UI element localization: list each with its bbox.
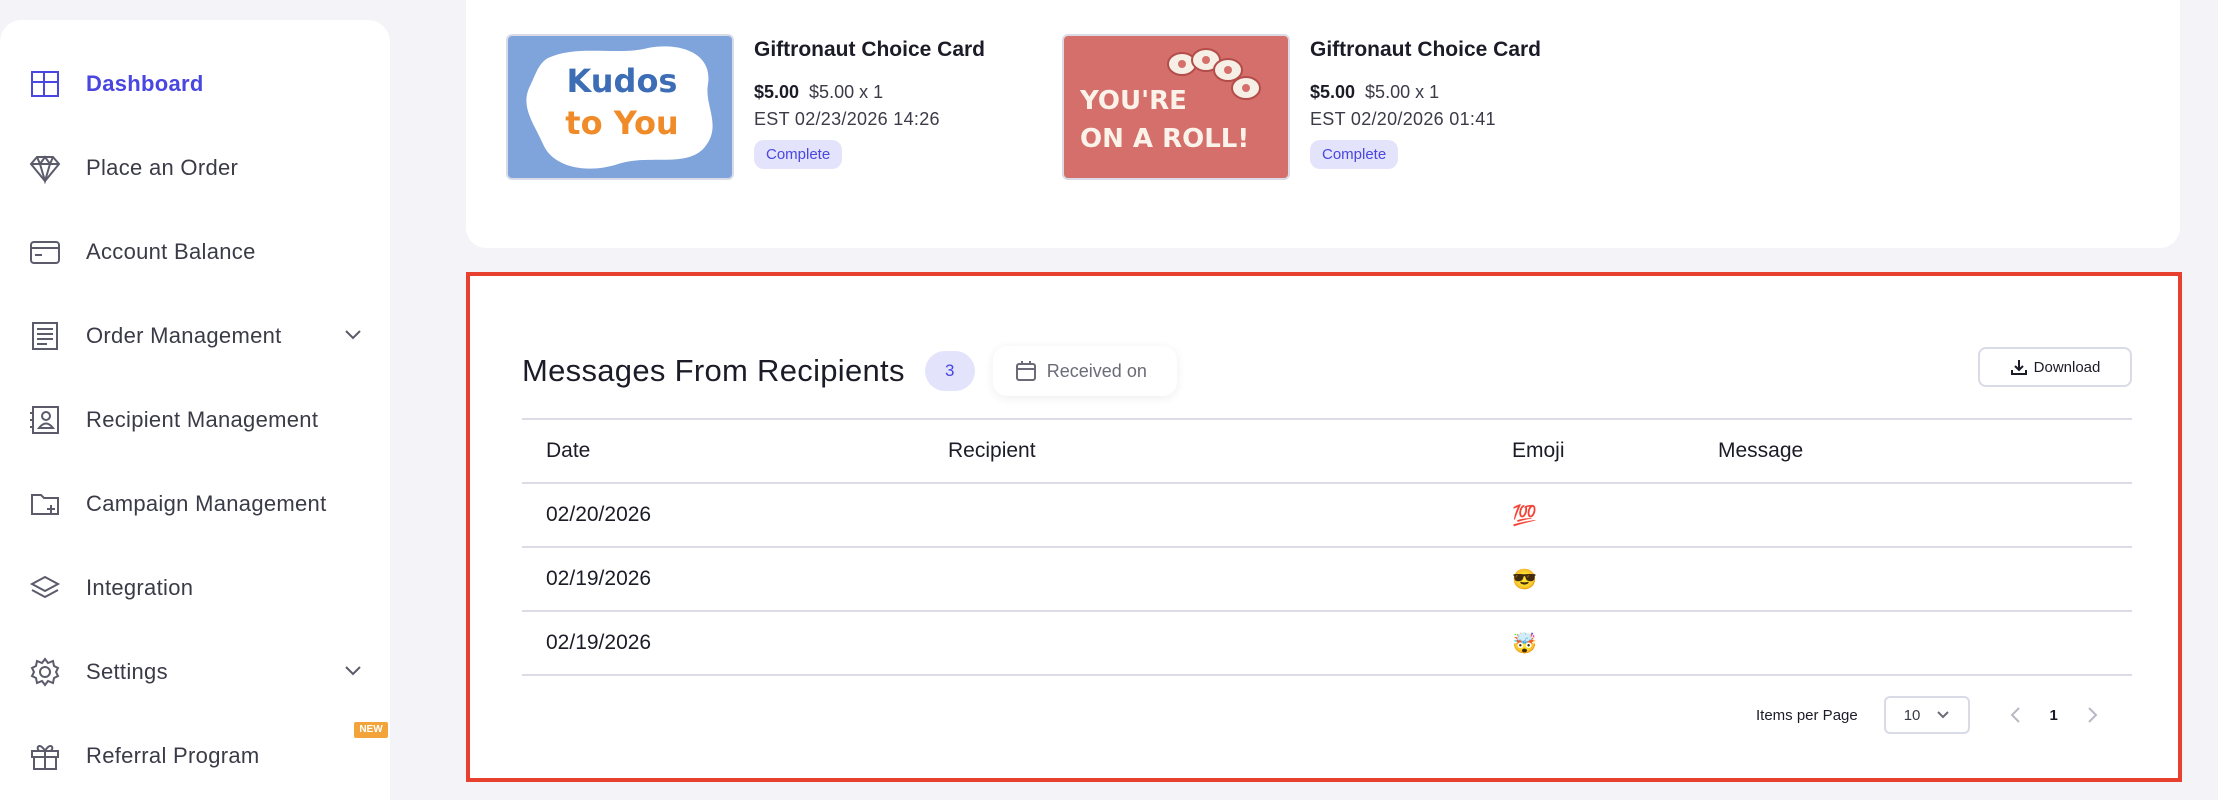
sidebar-item-recipient-management[interactable]: Recipient Management xyxy=(28,398,364,442)
current-page[interactable]: 1 xyxy=(2046,707,2062,724)
download-button[interactable]: Download xyxy=(1978,347,2132,387)
column-header-message[interactable]: Message xyxy=(1718,439,1803,463)
gift-card-image: YOU'RE ON A ROLL! xyxy=(1062,34,1290,180)
messages-count-badge: 3 xyxy=(924,351,975,391)
items-per-page-value: 10 xyxy=(1903,706,1921,724)
gear-icon xyxy=(28,655,62,689)
list-icon xyxy=(28,319,62,353)
messages-panel: Messages From Recipients 3 Received on D… xyxy=(466,272,2182,782)
items-per-page-select[interactable]: 10 xyxy=(1883,696,1970,734)
messages-table: Date Recipient Emoji Message 02/20/2026 … xyxy=(522,418,2132,676)
contact-card-icon xyxy=(28,403,62,437)
sidebar-item-place-order[interactable]: Place an Order xyxy=(28,146,364,190)
sidebar-item-dashboard[interactable]: Dashboard xyxy=(28,62,364,106)
gift-card-image: Kudos to You xyxy=(506,34,734,180)
gift-card-image-line2: ON A ROLL! xyxy=(1080,124,1250,154)
chevron-down-icon[interactable] xyxy=(342,660,364,682)
sidebar-item-label: Account Balance xyxy=(86,239,256,264)
sidebar-item-label: Place an Order xyxy=(86,155,239,180)
credit-card-icon xyxy=(28,235,62,269)
row-emoji: 😎 xyxy=(1512,568,1537,591)
gift-card-unit: $5.00 x 1 xyxy=(1365,82,1440,102)
layout-icon xyxy=(28,67,62,101)
diamond-icon xyxy=(28,151,62,185)
received-on-label: Received on xyxy=(1046,360,1147,381)
chevron-right-icon xyxy=(2088,707,2098,723)
sidebar-item-referral-program[interactable]: Referral Program xyxy=(28,734,364,778)
sidebar: Dashboard Place an Order Account Balance… xyxy=(0,20,390,800)
gift-card-date: EST 02/23/2026 14:26 xyxy=(754,109,940,129)
gift-card-item[interactable]: Kudos to You Giftronaut Choice Card $5.0… xyxy=(506,34,985,180)
column-header-emoji[interactable]: Emoji xyxy=(1512,439,1565,463)
gift-icon xyxy=(28,739,62,773)
gift-card-title: Giftronaut Choice Card xyxy=(754,38,986,61)
next-page-button[interactable] xyxy=(2082,705,2102,725)
sidebar-item-label: Campaign Management xyxy=(86,491,327,516)
sidebar-item-label: Dashboard xyxy=(86,71,204,96)
table-row[interactable]: 02/19/2026 😎 xyxy=(522,548,2132,612)
table-row[interactable]: 02/19/2026 🤯 xyxy=(522,612,2132,676)
row-emoji: 🤯 xyxy=(1512,632,1537,655)
gift-card-image-line1: YOU'RE xyxy=(1080,86,1187,116)
pagination: Items per Page 10 1 xyxy=(1756,696,2102,734)
table-header-row: Date Recipient Emoji Message xyxy=(522,418,2132,484)
received-on-filter[interactable]: Received on xyxy=(992,346,1177,396)
gift-card-image-line2: to You xyxy=(565,104,679,142)
row-emoji: 💯 xyxy=(1512,504,1537,527)
gift-card-price: $5.00 xyxy=(1310,82,1356,102)
gift-card-title: Giftronaut Choice Card xyxy=(1310,38,1542,61)
download-label: Download xyxy=(2033,358,2101,376)
sidebar-item-label: Referral Program xyxy=(86,743,260,768)
sidebar-item-campaign-management[interactable]: Campaign Management xyxy=(28,482,364,526)
gift-card-unit: $5.00 x 1 xyxy=(809,82,884,102)
sidebar-item-label: Order Management xyxy=(86,323,282,348)
column-header-date[interactable]: Date xyxy=(546,439,590,463)
sidebar-item-account-balance[interactable]: Account Balance xyxy=(28,230,364,274)
status-badge: Complete xyxy=(754,140,843,169)
row-date: 02/20/2026 xyxy=(546,503,652,526)
folder-plus-icon xyxy=(28,487,62,521)
chevron-down-icon[interactable] xyxy=(342,324,364,346)
new-badge: NEW xyxy=(354,722,388,738)
sidebar-item-label: Integration xyxy=(86,575,194,600)
sidebar-item-integration[interactable]: Integration xyxy=(28,566,364,610)
chevron-left-icon xyxy=(2010,707,2020,723)
status-badge: Complete xyxy=(1310,140,1399,169)
row-date: 02/19/2026 xyxy=(546,567,652,590)
sidebar-item-order-management[interactable]: Order Management xyxy=(28,314,364,358)
gift-card-price: $5.00 xyxy=(754,82,800,102)
calendar-icon xyxy=(1015,361,1036,381)
column-header-recipient[interactable]: Recipient xyxy=(948,439,1036,463)
sidebar-item-label: Recipient Management xyxy=(86,407,319,432)
table-row[interactable]: 02/20/2026 💯 xyxy=(522,484,2132,548)
messages-title: Messages From Recipients xyxy=(522,353,905,388)
sidebar-item-label: Settings xyxy=(86,659,168,684)
previous-page-button[interactable] xyxy=(2006,705,2026,725)
chevron-down-icon xyxy=(1937,711,1949,719)
row-date: 02/19/2026 xyxy=(546,631,652,654)
gift-card-date: EST 02/20/2026 01:41 xyxy=(1310,109,1496,129)
download-icon xyxy=(2010,360,2027,375)
sidebar-item-settings[interactable]: Settings xyxy=(28,650,364,694)
items-per-page-label: Items per Page xyxy=(1756,706,1858,724)
gift-card-image-line1: Kudos xyxy=(566,62,678,100)
recent-gifts-panel: Kudos to You Giftronaut Choice Card $5.0… xyxy=(466,0,2180,248)
layers-icon xyxy=(28,571,62,605)
gift-card-item[interactable]: YOU'RE ON A ROLL! Giftronaut Choice Card… xyxy=(1062,34,1541,180)
